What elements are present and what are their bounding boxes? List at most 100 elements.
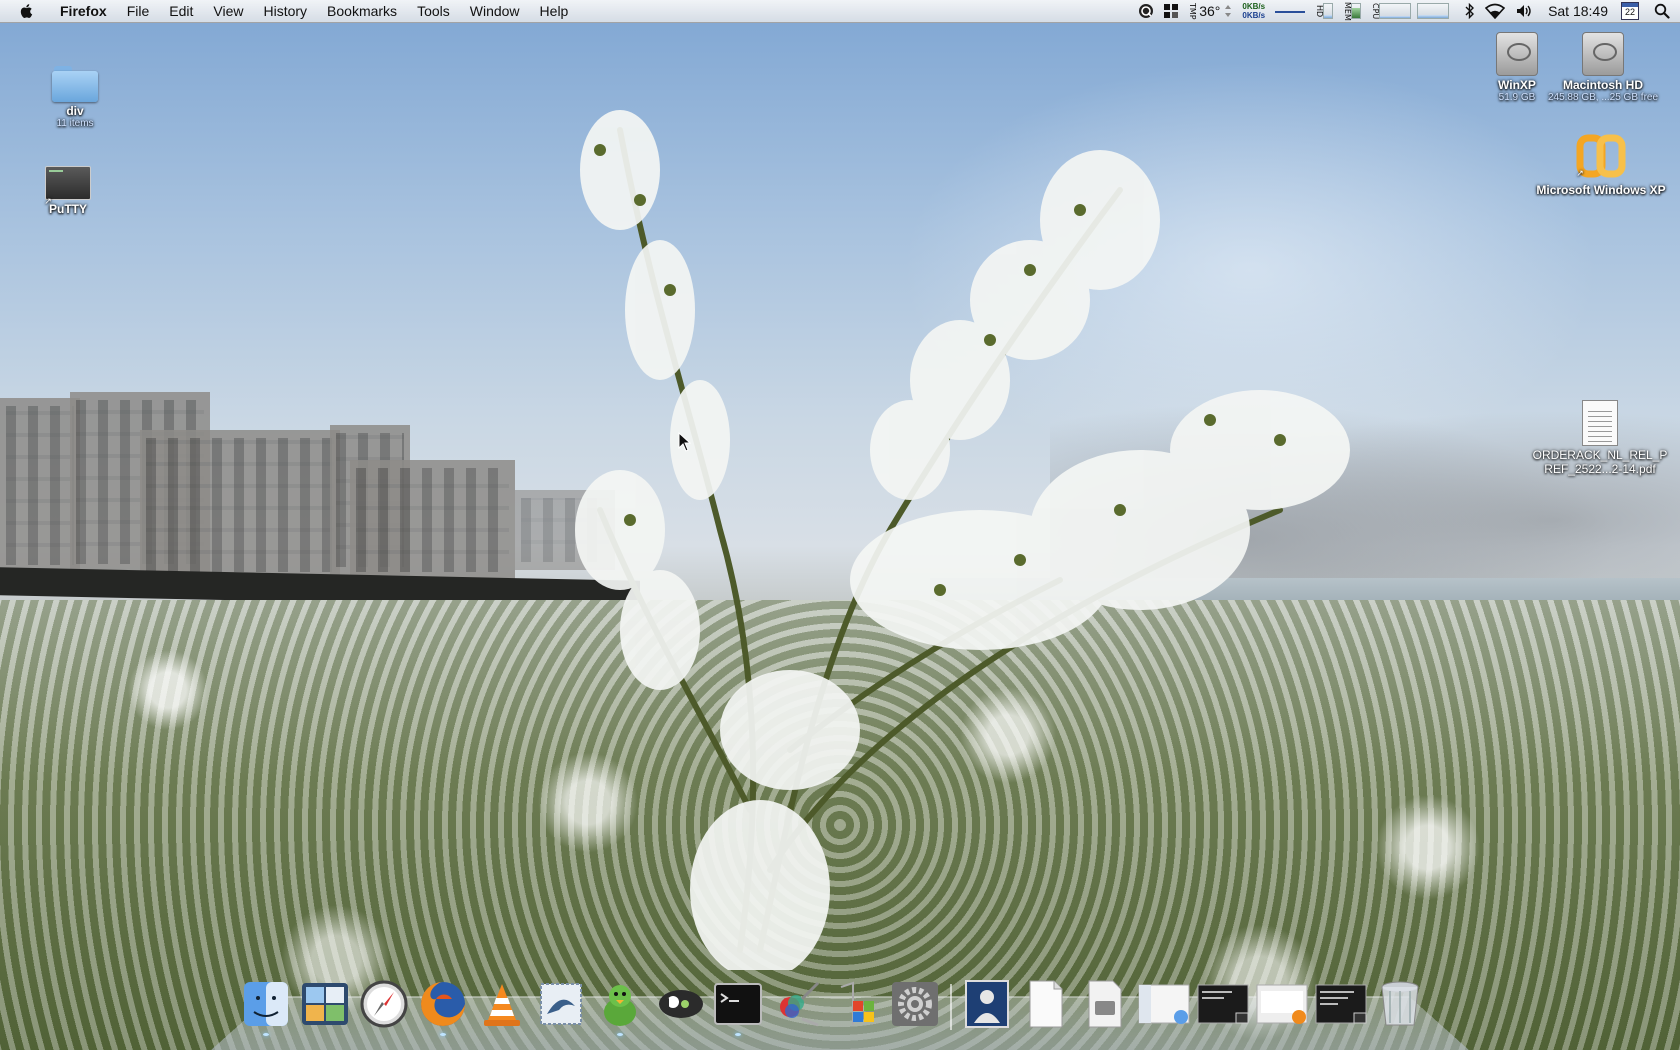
terminal-icon (714, 983, 762, 1025)
colorsync-utility-icon (780, 981, 820, 1027)
mail-stamp-icon (540, 983, 582, 1025)
menu-window[interactable]: Window (460, 0, 530, 22)
net-up: 0KB/s (1242, 11, 1266, 20)
terminal-window-thumbnail-icon (1197, 984, 1249, 1024)
safari-icon (360, 980, 408, 1028)
pdf-document-icon (1582, 400, 1618, 446)
dock-finder[interactable] (238, 978, 294, 1036)
window-thumbnail-icon (1138, 984, 1190, 1024)
temperature-value: 36° (1199, 3, 1221, 19)
menu-help[interactable]: Help (530, 0, 579, 22)
frosted-plant (575, 110, 1350, 970)
disk-label: HD (1315, 4, 1325, 18)
disk-image-icon (1088, 980, 1122, 1028)
cpu-graph-2 (1417, 3, 1450, 19)
dock-mail[interactable] (533, 978, 589, 1030)
disk-monitor[interactable]: HD (1310, 0, 1338, 22)
pdf-filename: ORDERACK_NL_REL_P REF_2522...2-14.pdf (1532, 448, 1668, 476)
trash-icon (1381, 981, 1419, 1026)
menu-app-firefox[interactable]: Firefox (50, 0, 117, 22)
network-graph[interactable] (1270, 0, 1310, 22)
dock-system-preferences[interactable] (887, 978, 943, 1030)
quicksilver-icon[interactable] (1133, 0, 1159, 22)
menu-bar: Firefox File Edit View History Bookmarks… (0, 0, 1680, 23)
macintosh-hd-label: Macintosh HD (1562, 78, 1643, 92)
desktop-disk-winxp[interactable]: WinXP 51.9 GB (1492, 32, 1542, 103)
dock-separator (950, 984, 952, 1030)
gear-icon (892, 982, 938, 1026)
dock-firefox[interactable] (415, 978, 471, 1036)
running-indicator (735, 1033, 741, 1036)
memory-meter (1351, 3, 1362, 19)
menu-bookmarks[interactable]: Bookmarks (317, 0, 407, 22)
finder-icon (244, 982, 288, 1026)
network-monitor[interactable]: 0KB/s 0KB/s (1237, 0, 1270, 22)
winxp-label: WinXP (1498, 78, 1536, 92)
dock-disk[interactable] (1077, 978, 1133, 1030)
dock-firefox-window[interactable] (1254, 978, 1310, 1030)
alias-arrow-icon: ↗ (1576, 168, 1584, 178)
cpu-monitor[interactable]: CPU (1366, 0, 1454, 22)
dock-terminal-window-2[interactable] (1313, 978, 1369, 1030)
running-indicator (617, 1033, 623, 1036)
wifi-icon[interactable] (1480, 0, 1510, 22)
temp-label: TMP (1188, 2, 1198, 20)
dock-safari[interactable] (356, 978, 412, 1030)
dock-colorsync[interactable] (769, 978, 825, 1030)
desktop-folder-div[interactable]: div 11 items (40, 66, 110, 129)
bluetooth-icon[interactable] (1460, 0, 1480, 22)
dock-vlc[interactable] (474, 978, 530, 1030)
desktop-alias-windows-xp[interactable]: ↗ Microsoft Windows XP (1536, 134, 1666, 197)
memory-monitor[interactable]: MEM (1338, 0, 1366, 22)
menu-extras: TMP 36° 0KB/s 0KB/s HD MEM CPU Sat 18:49… (1133, 0, 1680, 22)
dock-boot-camp[interactable] (828, 978, 884, 1030)
menu-view[interactable]: View (203, 0, 253, 22)
menu-clock[interactable]: Sat 18:49 (1540, 0, 1616, 22)
adium-duck-icon (604, 985, 636, 1026)
dock-adium[interactable] (592, 978, 648, 1036)
spaces-icon[interactable] (1159, 0, 1183, 22)
cpu-label: CPU (1371, 2, 1381, 20)
stepper-icon (1225, 5, 1232, 17)
dock-trash[interactable] (1372, 978, 1428, 1030)
folder-label: div (66, 104, 84, 118)
temperature-monitor[interactable]: TMP 36° (1183, 0, 1237, 22)
macintosh-hd-size: 245.88 GB, ...25 GB free (1547, 92, 1659, 103)
dock-documents[interactable] (1018, 978, 1074, 1030)
running-indicator (440, 1033, 446, 1036)
apple-menu-icon[interactable] (18, 2, 36, 20)
calendar-day: 22 (1621, 2, 1639, 20)
disk-meter (1323, 3, 1334, 19)
desktop-disk-macintosh-hd[interactable]: Macintosh HD 245.88 GB, ...25 GB free (1540, 32, 1666, 103)
calendar-icon[interactable]: 22 (1616, 0, 1644, 22)
hard-drive-icon (1496, 32, 1538, 76)
desktop-alias-putty[interactable]: ↗ PuTTY (30, 166, 106, 216)
terminal-window-thumbnail-icon (1315, 984, 1367, 1024)
desktop-file-pdf[interactable]: ORDERACK_NL_REL_P REF_2522...2-14.pdf (1530, 400, 1670, 476)
building (0, 398, 80, 573)
building (140, 430, 340, 580)
net-down: 0KB/s (1242, 2, 1266, 11)
vlc-cone-icon (484, 984, 520, 1026)
dock-finder-window[interactable] (1136, 978, 1192, 1030)
putty-app-icon (45, 166, 91, 200)
menu-edit[interactable]: Edit (159, 0, 203, 22)
desktop-wallpaper (0, 0, 1680, 1050)
menu-history[interactable]: History (253, 0, 317, 22)
winxp-size: 51.9 GB (1498, 92, 1536, 103)
blank-document-icon (1029, 980, 1063, 1028)
menu-tools[interactable]: Tools (407, 0, 460, 22)
hard-drive-icon (1582, 32, 1624, 76)
menu-file[interactable]: File (117, 0, 160, 22)
volume-icon[interactable] (1510, 0, 1540, 22)
dock-preview-portrait[interactable] (959, 978, 1015, 1030)
dock-terminal-window[interactable] (1195, 978, 1251, 1030)
dock-dashboard[interactable] (297, 978, 353, 1030)
windows-xp-label: Microsoft Windows XP (1536, 183, 1666, 197)
dock-growl[interactable] (651, 978, 707, 1030)
firefox-window-thumbnail-icon (1256, 984, 1308, 1024)
alias-arrow-icon: ↗ (44, 196, 52, 206)
dock (238, 978, 1428, 1036)
dock-terminal[interactable] (710, 978, 766, 1036)
spotlight-icon[interactable] (1644, 0, 1680, 22)
